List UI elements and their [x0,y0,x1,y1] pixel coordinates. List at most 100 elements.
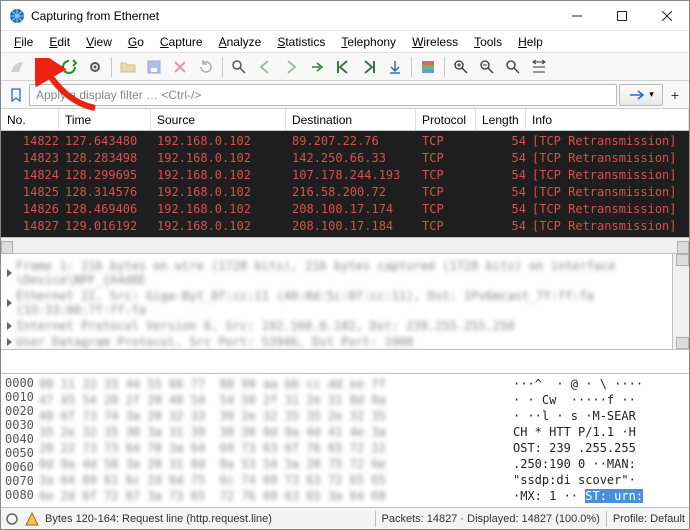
menu-capture[interactable]: Capture [153,33,210,51]
zoom-in-button[interactable] [449,55,473,79]
column-time[interactable]: Time [59,109,151,130]
toolbar-separator [111,57,112,77]
column-no[interactable]: No. [1,109,59,130]
menu-analyze[interactable]: Analyze [212,33,269,51]
plus-icon: + [671,87,679,103]
details-row[interactable]: Frame 1: 216 bytes on wire (1728 bits), … [7,258,683,288]
menu-telephony[interactable]: Telephony [334,33,403,51]
display-filter-input[interactable] [29,84,617,106]
details-row[interactable]: Ethernet II, Src: Giga-Byt_8f:cc:11 (40:… [7,288,683,318]
column-destination[interactable]: Destination [286,109,416,130]
save-icon [146,59,162,75]
titlebar: Capturing from Ethernet [1,1,689,31]
menu-wireless[interactable]: Wireless [405,33,465,51]
table-row[interactable]: 14827129.016192192.168.0.102208.100.17.1… [1,218,689,235]
column-length[interactable]: Length [476,109,526,130]
hex-offsets: 000000100020003000400050006000700080 [1,374,35,504]
menu-edit[interactable]: Edit [42,33,77,51]
hex-bytes: 00 11 22 33 44 55 66 77 88 99 aa bb cc d… [35,374,509,504]
bookmark-icon [9,88,23,102]
table-row[interactable]: 14826128.469406192.168.0.102208.100.17.1… [1,201,689,218]
maximize-button[interactable] [599,1,644,30]
zoom-out-icon [479,59,495,75]
filter-expression-button[interactable]: ▾ [619,84,663,106]
go-last-icon [361,59,377,75]
colorize-icon [420,59,436,75]
column-info[interactable]: Info [526,109,689,130]
toolbar-separator [411,57,412,77]
folder-icon [120,59,136,75]
pane-spacer [1,350,689,374]
menu-tools[interactable]: Tools [467,33,509,51]
go-first-icon [335,59,351,75]
packet-list-scrollbar[interactable] [1,237,689,254]
filter-bar: ▾ + [1,81,689,109]
restart-capture-button[interactable] [57,55,81,79]
capture-options-button[interactable] [83,55,107,79]
toolbar [1,53,689,81]
menu-file[interactable]: File [7,33,40,51]
packet-list-header: No. Time Source Destination Protocol Len… [1,109,689,131]
details-scrollbar[interactable] [672,254,689,349]
shark-fin-icon [9,59,25,75]
save-file-button[interactable] [142,55,166,79]
go-last-button[interactable] [357,55,381,79]
minimize-button[interactable] [554,1,599,30]
stop-capture-button[interactable] [31,55,55,79]
status-packets: Packets: 14827 · Displayed: 14827 (100.0… [382,513,600,525]
zoom-reset-button[interactable] [501,55,525,79]
app-icon [9,8,25,24]
status-ready-icon [5,512,19,526]
menu-help[interactable]: Help [511,33,550,51]
table-row[interactable]: 14824128.299695192.168.0.102107.178.244.… [1,167,689,184]
details-row[interactable]: User Datagram Protocol, Src Port: 53946,… [7,334,683,350]
restart-icon [61,59,77,75]
close-button[interactable] [644,1,689,30]
resize-columns-icon [531,59,547,75]
packet-list[interactable]: 14822127.643480192.168.0.10289.207.22.76… [1,131,689,237]
reload-icon [198,59,214,75]
autoscroll-icon [387,59,403,75]
table-row[interactable]: 14825128.314576192.168.0.102216.58.200.7… [1,184,689,201]
arrow-right-icon [283,59,299,75]
auto-scroll-button[interactable] [383,55,407,79]
go-to-packet-button[interactable] [305,55,329,79]
hex-ascii: ···^ · @ · \ ····· · Cw ·····f ··· ··l ·… [509,374,689,504]
stop-icon [35,59,51,75]
table-row[interactable]: 14823128.283498192.168.0.102142.250.66.3… [1,150,689,167]
start-capture-button[interactable] [5,55,29,79]
arrow-left-icon [257,59,273,75]
column-source[interactable]: Source [151,109,286,130]
colorize-button[interactable] [416,55,440,79]
window-title: Capturing from Ethernet [31,9,554,23]
packet-details-pane[interactable]: Frame 1: 216 bytes on wire (1728 bits), … [1,254,689,350]
gear-icon [87,59,103,75]
find-packet-button[interactable] [227,55,251,79]
close-file-icon [172,59,188,75]
menu-view[interactable]: View [79,33,119,51]
arrow-right-blue-icon [628,89,648,101]
zoom-in-icon [453,59,469,75]
packet-bytes-pane[interactable]: 000000100020003000400050006000700080 00 … [1,374,689,504]
display-filter-bookmark-button[interactable] [5,84,27,106]
open-file-button[interactable] [116,55,140,79]
add-filter-button[interactable]: + [665,84,685,106]
details-row[interactable]: Internet Protocol Version 6, Src: 192.16… [7,318,683,334]
go-first-button[interactable] [331,55,355,79]
close-file-button[interactable] [168,55,192,79]
zoom-reset-icon [505,59,521,75]
go-prev-button[interactable] [253,55,277,79]
status-profile[interactable]: Profile: Default [613,513,685,525]
zoom-out-button[interactable] [475,55,499,79]
go-next-button[interactable] [279,55,303,79]
toolbar-separator [444,57,445,77]
menu-go[interactable]: Go [121,33,151,51]
menubar: FileEditViewGoCaptureAnalyzeStatisticsTe… [1,31,689,53]
resize-columns-button[interactable] [527,55,551,79]
menu-statistics[interactable]: Statistics [270,33,332,51]
search-icon [231,59,247,75]
expert-info-icon[interactable] [25,512,39,526]
table-row[interactable]: 14822127.643480192.168.0.10289.207.22.76… [1,133,689,150]
column-protocol[interactable]: Protocol [416,109,476,130]
reload-button[interactable] [194,55,218,79]
